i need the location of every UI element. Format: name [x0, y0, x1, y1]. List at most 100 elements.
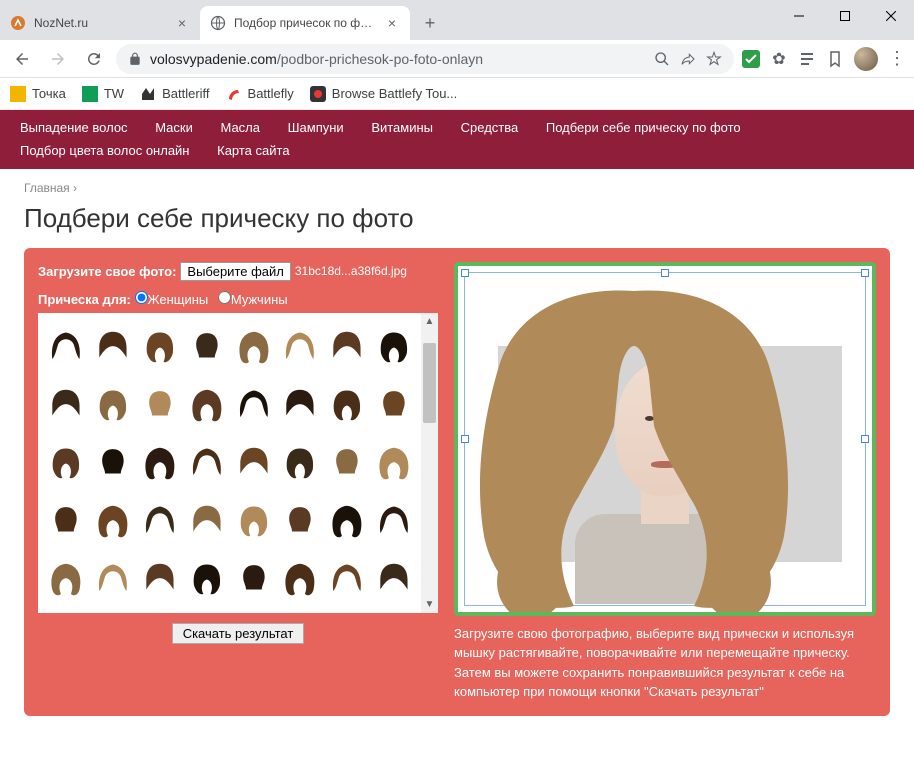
hair-thumbnail[interactable]	[44, 319, 89, 375]
reload-button[interactable]	[80, 45, 108, 73]
hair-thumbnail[interactable]	[372, 493, 417, 549]
gear-icon[interactable]: ✿	[770, 50, 788, 68]
preview-canvas[interactable]	[454, 262, 876, 616]
hair-thumbnail[interactable]	[184, 319, 229, 375]
hair-thumbnail[interactable]	[91, 377, 136, 433]
share-icon[interactable]	[680, 51, 696, 67]
hair-thumbnail[interactable]	[44, 377, 89, 433]
hair-thumbnail[interactable]	[372, 435, 417, 491]
nav-link[interactable]: Подбери себе прическу по фото	[546, 120, 741, 135]
hair-thumbnail[interactable]	[325, 377, 370, 433]
nav-link[interactable]: Маски	[155, 120, 193, 135]
url-text: volosvypadenie.com/podbor-prichesok-po-f…	[150, 51, 483, 67]
profile-avatar[interactable]	[854, 47, 878, 71]
close-icon[interactable]: ×	[384, 15, 400, 31]
hair-thumbnail[interactable]	[91, 435, 136, 491]
hair-thumbnail[interactable]	[231, 551, 276, 607]
hair-thumbnail[interactable]	[184, 435, 229, 491]
menu-icon[interactable]: ⋮	[888, 50, 906, 68]
hair-thumbnail[interactable]	[184, 551, 229, 607]
hair-thumbnail[interactable]	[325, 551, 370, 607]
hair-thumbnail[interactable]	[231, 319, 276, 375]
hair-thumbnail[interactable]	[278, 319, 323, 375]
hair-thumbnail[interactable]	[372, 319, 417, 375]
hair-thumbnail[interactable]	[231, 493, 276, 549]
scroll-up-icon[interactable]: ▲	[421, 313, 438, 330]
bookmark-extension-icon[interactable]	[826, 50, 844, 68]
scroll-thumb[interactable]	[423, 343, 436, 423]
nav-link[interactable]: Выпадение волос	[20, 120, 128, 135]
gender-women-radio[interactable]	[135, 291, 148, 304]
hair-thumbnail[interactable]	[44, 551, 89, 607]
window-controls	[776, 0, 914, 32]
hair-thumbnail[interactable]	[278, 551, 323, 607]
close-window-button[interactable]	[868, 0, 914, 32]
tab-favicon	[10, 15, 26, 31]
bookmark-item[interactable]: Browse Battlefy Tou...	[310, 86, 458, 102]
hair-thumbnail[interactable]	[278, 493, 323, 549]
tab-title: NozNet.ru	[34, 16, 168, 30]
hair-thumbnail[interactable]	[325, 435, 370, 491]
tab-active[interactable]: Подбор причесок по фото онла ×	[200, 6, 410, 40]
gender-men-label[interactable]: Мужчины	[231, 292, 288, 307]
hair-thumbnail[interactable]	[184, 377, 229, 433]
bookmarks-bar: Точка TW Battleriff Battlefly Browse Bat…	[0, 78, 914, 110]
list-extension-icon[interactable]	[798, 50, 816, 68]
hair-thumbnail[interactable]	[91, 319, 136, 375]
back-button[interactable]	[8, 45, 36, 73]
checkmark-extension-icon[interactable]	[742, 50, 760, 68]
hair-thumbnail[interactable]	[231, 435, 276, 491]
scrollbar[interactable]: ▲ ▼	[421, 313, 438, 613]
filename-text: 31bc18d...a38f6d.jpg	[295, 264, 407, 278]
omnibox[interactable]: volosvypadenie.com/podbor-prichesok-po-f…	[116, 44, 734, 74]
hair-thumbnail[interactable]	[325, 493, 370, 549]
nav-link[interactable]: Масла	[220, 120, 260, 135]
maximize-button[interactable]	[822, 0, 868, 32]
search-icon[interactable]	[654, 51, 670, 67]
bookmark-item[interactable]: Battlefly	[226, 86, 294, 102]
tab-inactive[interactable]: NozNet.ru ×	[0, 6, 200, 40]
hair-thumbnail[interactable]	[372, 551, 417, 607]
hair-thumbnail[interactable]	[138, 435, 183, 491]
hair-thumbnail[interactable]	[231, 377, 276, 433]
hair-thumbnail[interactable]	[184, 493, 229, 549]
close-icon[interactable]: ×	[174, 15, 190, 31]
new-tab-button[interactable]: +	[416, 9, 444, 37]
scroll-down-icon[interactable]: ▼	[421, 596, 438, 613]
hair-thumbnail[interactable]	[138, 319, 183, 375]
hair-thumbnail[interactable]	[278, 377, 323, 433]
star-icon[interactable]	[706, 51, 722, 67]
hair-thumbnail[interactable]	[325, 319, 370, 375]
page-title: Подбери себе прическу по фото	[24, 203, 890, 234]
bookmark-item[interactable]: TW	[82, 86, 124, 102]
nav-link[interactable]: Карта сайта	[217, 143, 289, 158]
hair-thumbnail[interactable]	[91, 493, 136, 549]
choose-file-button[interactable]: Выберите файл	[180, 262, 290, 281]
nav-link[interactable]: Подбор цвета волос онлайн	[20, 143, 190, 158]
nav-link[interactable]: Средства	[461, 120, 519, 135]
address-bar: volosvypadenie.com/podbor-prichesok-po-f…	[0, 40, 914, 78]
gender-men-radio[interactable]	[218, 291, 231, 304]
hair-thumbnail[interactable]	[91, 551, 136, 607]
minimize-button[interactable]	[776, 0, 822, 32]
hair-thumbnail[interactable]	[138, 493, 183, 549]
gender-women-label[interactable]: Женщины	[148, 292, 209, 307]
breadcrumb[interactable]: Главная ›	[24, 181, 890, 195]
hair-thumbnail[interactable]	[138, 377, 183, 433]
nav-link[interactable]: Шампуни	[288, 120, 344, 135]
tab-title: Подбор причесок по фото онла	[234, 16, 378, 30]
tool-container: Загрузите свое фото: Выберите файл 31bc1…	[24, 248, 890, 716]
hair-thumbnail[interactable]	[372, 377, 417, 433]
download-button[interactable]: Скачать результат	[172, 623, 305, 644]
forward-button[interactable]	[44, 45, 72, 73]
instructions-text: Загрузите свою фотографию, выберите вид …	[454, 624, 876, 702]
hair-overlay[interactable]	[454, 276, 824, 616]
page-content: Главная › Подбери себе прическу по фото …	[0, 169, 914, 728]
hair-thumbnail[interactable]	[138, 551, 183, 607]
hair-thumbnail[interactable]	[278, 435, 323, 491]
bookmark-item[interactable]: Battleriff	[140, 86, 209, 102]
bookmark-item[interactable]: Точка	[10, 86, 66, 102]
nav-link[interactable]: Витамины	[371, 120, 433, 135]
hair-thumbnail[interactable]	[44, 435, 89, 491]
hair-thumbnail[interactable]	[44, 493, 89, 549]
